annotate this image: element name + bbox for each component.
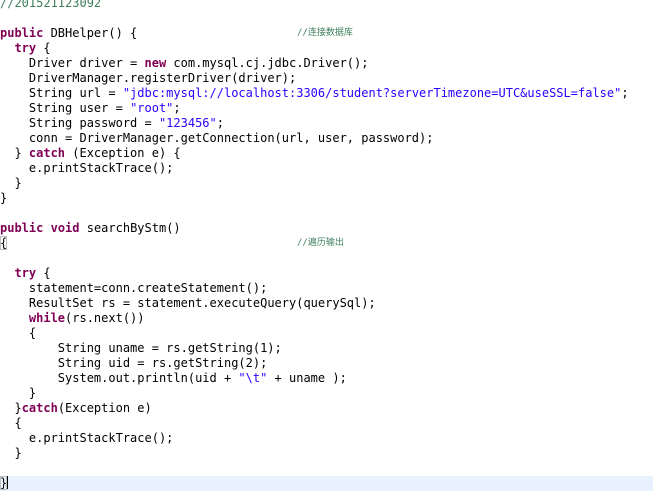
method-signature: searchByStm() (79, 221, 181, 235)
code-line[interactable]: String user = "root"; (0, 101, 653, 116)
keyword-try: try (14, 266, 37, 280)
comment-connect-db: //连接数据库 (297, 28, 353, 38)
code-line[interactable]: public DBHelper() { //连接数据库 (0, 26, 653, 41)
code-text: conn = DriverManager.getConnection(url, … (28, 131, 434, 145)
code-line[interactable]: System.out.println(uid + "\t" + uname ); (0, 371, 653, 386)
code-line[interactable]: { (0, 416, 653, 431)
code-text: } (14, 401, 22, 415)
code-line[interactable]: try { (0, 41, 653, 56)
keyword-while: while (28, 311, 66, 325)
code-text: (rs.next()) (65, 311, 145, 325)
code-text: } (28, 386, 37, 400)
code-line[interactable]: } (0, 176, 653, 191)
string-literal-tab: "\t" (238, 371, 268, 385)
code-text: com.mysql.cj.jdbc.Driver(); (166, 56, 369, 70)
code-line-current[interactable]: } (0, 476, 653, 491)
comment-traverse-output: //遍历输出 (297, 238, 344, 248)
code-line[interactable]: e.printStackTrace(); (0, 161, 653, 176)
code-line[interactable]: e.printStackTrace(); (0, 431, 653, 446)
comment-student-id: //201521123092 (0, 0, 102, 10)
code-line[interactable]: String uname = rs.getString(1); (0, 341, 653, 356)
code-line[interactable]: } (0, 191, 653, 206)
string-literal-url: "jdbc:mysql://localhost:3306/student?ser… (122, 86, 622, 100)
code-text: statement=conn.createStatement(); (28, 281, 268, 295)
code-line[interactable]: DriverManager.registerDriver(driver); (0, 71, 653, 86)
code-text: ; (173, 101, 181, 115)
code-line[interactable]: while(rs.next()) (0, 311, 653, 326)
code-text: { (28, 326, 37, 340)
code-text: ; (216, 116, 224, 130)
keyword-catch: catch (21, 401, 58, 415)
matching-bracket: } (0, 476, 8, 490)
string-literal-password: "123456" (158, 116, 217, 130)
keyword-try: try (14, 41, 37, 55)
keyword-public: public (0, 26, 44, 40)
code-text: ResultSet rs = statement.executeQuery(qu… (28, 296, 376, 310)
code-line[interactable]: public void searchByStm() (0, 221, 653, 236)
code-text: e.printStackTrace(); (28, 161, 174, 175)
code-text: } (14, 176, 22, 190)
text-caret (7, 476, 9, 489)
keyword-void: void (50, 221, 80, 235)
code-text: } (14, 146, 29, 160)
code-text: { (14, 416, 22, 430)
code-text: String uid = rs.getString(2); (57, 356, 268, 370)
code-text: String uname = rs.getString(1); (57, 341, 282, 355)
code-text: (Exception e) { (65, 146, 181, 160)
code-line[interactable]: { (0, 326, 653, 341)
code-text: String user = (28, 101, 131, 115)
code-editor[interactable]: //201521123092 public DBHelper() { //连接数据… (0, 0, 653, 498)
keyword-public: public (0, 221, 44, 235)
string-literal-user: "root" (130, 101, 174, 115)
code-line[interactable]: try { (0, 266, 653, 281)
code-line[interactable]: //201521123092 (0, 0, 653, 11)
code-line[interactable]: String uid = rs.getString(2); (0, 356, 653, 371)
code-text: + uname ); (267, 371, 347, 385)
code-text: { (36, 41, 51, 55)
code-line[interactable]: String password = "123456"; (0, 116, 653, 131)
code-line[interactable]: } catch (Exception e) { (0, 146, 653, 161)
code-line[interactable]: Driver driver = new com.mysql.cj.jdbc.Dr… (0, 56, 653, 71)
code-text: { (36, 266, 51, 280)
code-text: } (14, 446, 22, 460)
code-text: String url = (28, 86, 123, 100)
code-text: Driver driver = (28, 56, 145, 70)
code-line[interactable]: } (0, 446, 653, 461)
matching-bracket: { (0, 236, 8, 250)
code-line[interactable]: conn = DriverManager.getConnection(url, … (0, 131, 653, 146)
code-text: ; (621, 86, 629, 100)
code-line[interactable]: statement=conn.createStatement(); (0, 281, 653, 296)
code-text: } (0, 191, 8, 205)
code-text: System.out.println(uid + (57, 371, 239, 385)
code-line[interactable]: }catch(Exception e) (0, 401, 653, 416)
constructor-signature: DBHelper() { (43, 26, 138, 40)
code-line[interactable]: } (0, 386, 653, 401)
keyword-catch: catch (28, 146, 66, 160)
code-line[interactable]: { //遍历输出 (0, 236, 653, 251)
keyword-new: new (144, 56, 167, 70)
code-text: (Exception e) (57, 401, 152, 415)
code-text: String password = (28, 116, 159, 130)
code-line[interactable]: String url = "jdbc:mysql://localhost:330… (0, 86, 653, 101)
code-text: DriverManager.registerDriver(driver); (28, 71, 297, 85)
code-text: e.printStackTrace(); (28, 431, 174, 445)
code-line[interactable]: ResultSet rs = statement.executeQuery(qu… (0, 296, 653, 311)
